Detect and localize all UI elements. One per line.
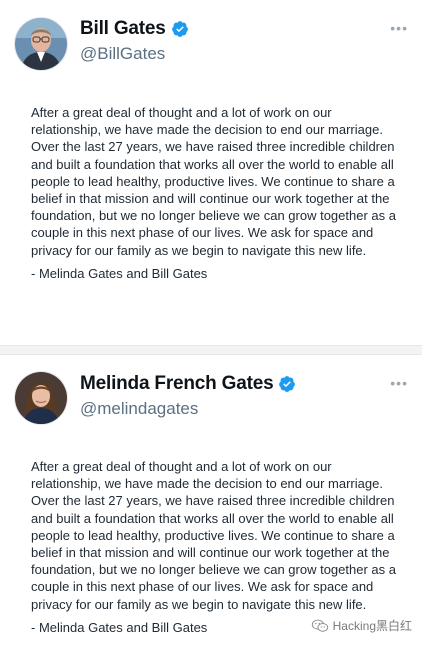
verified-badge-icon — [171, 21, 188, 37]
tweet-signature: - Melinda Gates and Bill Gates — [31, 620, 208, 635]
wechat-icon — [311, 619, 328, 632]
avatar[interactable] — [14, 17, 68, 71]
name-row: Bill Gates — [80, 18, 189, 40]
user-handle[interactable]: @BillGates — [80, 44, 165, 64]
tweet-paragraph: After a great deal of thought and a lot … — [31, 459, 396, 612]
tweet-card-melinda[interactable]: Melinda French Gates @melindagates ••• A… — [0, 356, 422, 647]
avatar[interactable] — [14, 371, 68, 425]
name-row: Melinda French Gates — [80, 373, 296, 395]
watermark-text: Hacking黑白红 — [332, 619, 412, 633]
tweet-paragraph: After a great deal of thought and a lot … — [31, 105, 396, 258]
tweet-text: After a great deal of thought and a lot … — [31, 458, 401, 613]
more-dots-icon[interactable]: ••• — [390, 375, 408, 391]
tweet-divider — [0, 345, 422, 355]
user-handle[interactable]: @melindagates — [80, 399, 198, 419]
watermark: Hacking黑白红 — [311, 617, 412, 634]
display-name[interactable]: Melinda French Gates — [80, 373, 274, 395]
tweet-signature: - Melinda Gates and Bill Gates — [31, 266, 208, 281]
more-dots-icon[interactable]: ••• — [390, 20, 408, 36]
tweet-card-bill[interactable]: Bill Gates @BillGates ••• After a great … — [0, 0, 422, 340]
verified-badge-icon — [279, 376, 296, 392]
tweet-text: After a great deal of thought and a lot … — [31, 104, 401, 259]
display-name[interactable]: Bill Gates — [80, 18, 166, 40]
